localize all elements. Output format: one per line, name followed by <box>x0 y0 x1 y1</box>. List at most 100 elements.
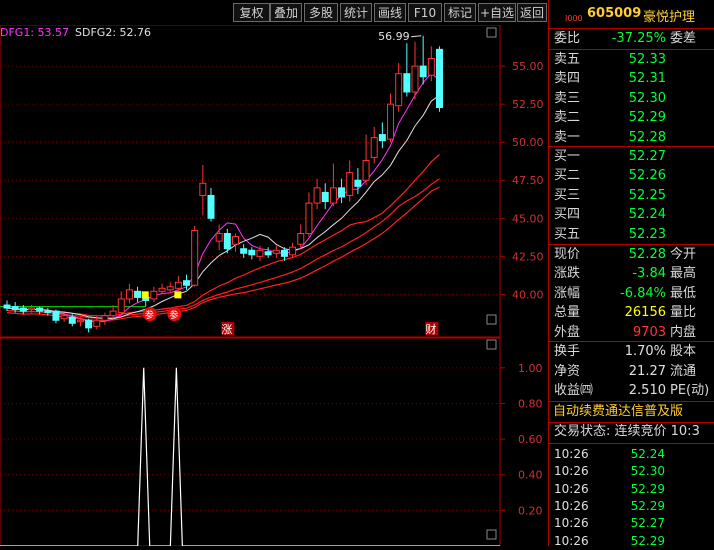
draw-line-button[interactable]: 画线 <box>374 3 406 22</box>
statistics-button[interactable]: 统计 <box>340 3 372 22</box>
tick-price: 52.24 <box>630 447 665 461</box>
indicator-tick-label: 0.80 <box>518 397 543 410</box>
candle-body <box>60 315 68 320</box>
tick-price: 52.29 <box>630 498 665 513</box>
candle-body <box>101 315 109 321</box>
price-tick-label: 45.00 <box>512 212 544 225</box>
stock-name: 豪悦护理 <box>643 10 696 25</box>
buy-level-label: 买二 <box>554 168 581 184</box>
tick-time: 10:26 <box>554 533 589 548</box>
sell-level-label: 卖三 <box>554 90 581 106</box>
tick-row: 10:26 52.30 <box>549 462 714 480</box>
candle-body <box>231 236 239 245</box>
restore-rights-button[interactable]: 复权 <box>233 3 270 22</box>
stat-extra: 流通 <box>670 363 697 379</box>
high-price-label: 56.99 <box>378 30 410 43</box>
multi-stock-button[interactable]: 多股 <box>304 3 338 22</box>
candle-body <box>378 134 386 142</box>
high-price-arrow <box>411 35 422 38</box>
candle-body <box>93 319 101 327</box>
candle-body <box>117 298 125 314</box>
overlay-button[interactable]: 叠加 <box>270 3 302 22</box>
signal-block <box>174 291 182 299</box>
divider <box>549 443 714 444</box>
tick-row: 10:26 52.29 <box>549 497 714 515</box>
tick-time: 10:26 <box>554 498 589 513</box>
candle-body <box>264 251 272 256</box>
candle-body <box>19 307 27 312</box>
chart-toolbar: 复权 叠加 多股 统计 画线 F10 标记 +自选 返回 <box>0 0 548 25</box>
buy-level-label: 买五 <box>554 226 581 242</box>
mark-button[interactable]: 标记 <box>444 3 476 22</box>
candle-body <box>3 304 11 309</box>
candle-body <box>207 194 215 219</box>
quote-label: 外盘 <box>554 324 581 340</box>
stat-value: 1.70% <box>624 344 666 359</box>
stat-label: 换手 <box>554 344 581 359</box>
candle-body <box>248 249 256 256</box>
quote-label: 涨幅 <box>554 285 581 301</box>
stat-value: 2.510 <box>628 383 666 399</box>
subscription-notice[interactable]: 自动续费通达信普及版 <box>549 402 714 422</box>
indicator-panel-frame <box>0 337 501 546</box>
sell-level-price: 52.31 <box>628 71 666 87</box>
f10-button[interactable]: F10 <box>408 3 442 22</box>
quote-value: 26156 <box>624 305 666 321</box>
buy-level-label: 买三 <box>554 187 581 203</box>
buy-level-price: 52.24 <box>628 207 666 223</box>
candle-body <box>44 310 52 314</box>
back-button[interactable]: 返回 <box>517 3 547 22</box>
buy-level-label: 买一 <box>554 149 581 164</box>
candle-body <box>370 137 378 158</box>
indicator-tick-label: 0.40 <box>518 469 543 482</box>
tick-row: 10:26 52.27 <box>549 514 714 532</box>
tick-time: 10:26 <box>554 481 589 496</box>
dfg1-legend: DFG1: 53.57 <box>0 26 70 39</box>
quote-extra: 最低 <box>670 285 697 301</box>
signal-block <box>141 291 149 299</box>
signal-label: 参 <box>145 309 154 321</box>
candle-body <box>395 73 403 107</box>
candle-body <box>289 246 297 256</box>
ratio-extra: 委差 <box>670 31 697 46</box>
candle-body <box>76 319 84 323</box>
candle-body <box>272 249 280 254</box>
stat-extra: 股本 <box>670 344 697 359</box>
candle-body <box>280 249 288 257</box>
candle-body <box>166 286 174 291</box>
stat-value: 21.27 <box>628 363 666 379</box>
buy-level-label: 买四 <box>554 207 581 223</box>
candle-body <box>435 48 443 108</box>
candle-body <box>215 233 223 242</box>
quote-extra: 量比 <box>670 305 697 321</box>
price-tick-label: 52.50 <box>512 98 544 111</box>
quote-label: 总量 <box>554 305 581 321</box>
candle-body <box>52 310 60 321</box>
candle-body <box>11 306 19 311</box>
stock-header[interactable]: I000 605009 豪悦护理 <box>549 0 714 29</box>
tick-time: 10:26 <box>554 447 589 461</box>
sdfg2-legend: SDFG2: 52.76 <box>75 26 152 39</box>
sell-level-price: 52.28 <box>628 129 666 145</box>
indicator-tick-label: 0.60 <box>518 433 543 446</box>
kline-chart[interactable]: 55.00 52.50 50.00 47.50 45.00 42.50 40.00 1.00 0… <box>0 25 548 546</box>
panel-control-icon <box>486 529 497 540</box>
quote-extra: 最高 <box>670 266 697 282</box>
candle-body <box>321 191 329 203</box>
event-marker-label: 财 <box>425 322 436 336</box>
tick-time: 10:26 <box>554 464 589 479</box>
indicator-tick-label: 0.20 <box>518 504 543 517</box>
candle-body <box>27 307 35 311</box>
candle-body <box>387 103 395 140</box>
tick-price: 52.29 <box>630 481 665 496</box>
trade-status-text: 交易状态: 连续竞价 10:3 <box>554 424 700 439</box>
add-watchlist-button[interactable]: +自选 <box>478 3 516 22</box>
candle-body <box>174 281 182 289</box>
candle-body <box>125 289 133 300</box>
candle-body <box>313 187 321 204</box>
tick-row: 10:26 52.24 <box>549 445 714 463</box>
indicator-tick-label: 1.00 <box>518 362 543 375</box>
ratio-label: 委比 <box>554 31 581 46</box>
stat-label: 收益㈣ <box>554 383 594 399</box>
quote-value: 9703 <box>632 324 666 340</box>
